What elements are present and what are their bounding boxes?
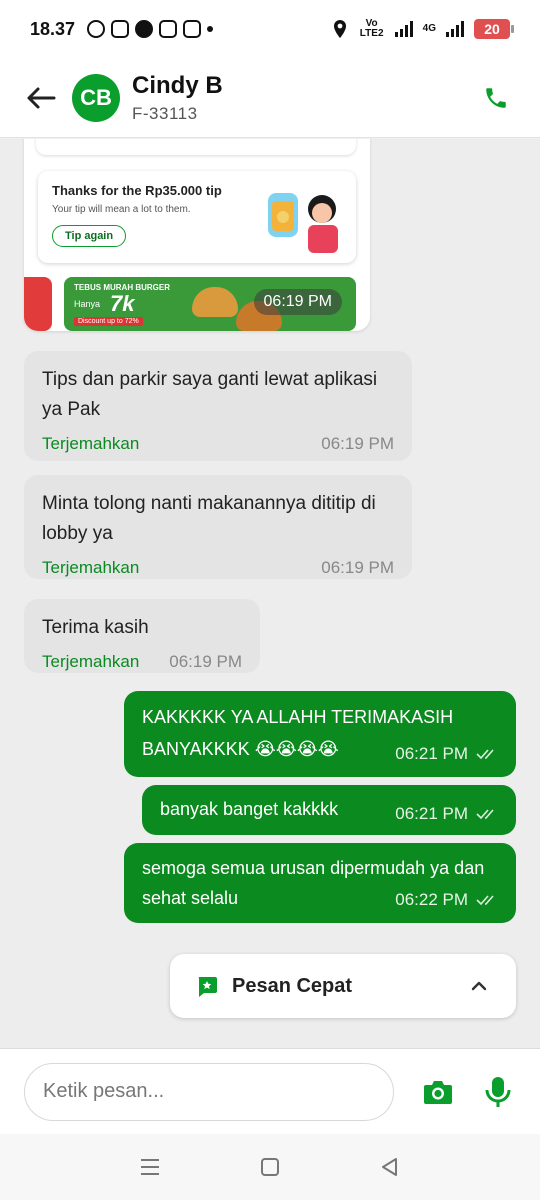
message-footer: 06:21 PM (395, 799, 498, 829)
instagram-icon (111, 20, 130, 38)
quick-reply-label: Pesan Cepat (232, 974, 353, 997)
message-text: Tips dan parkir saya ganti lewat aplikas… (42, 369, 378, 420)
message-text: Minta tolong nanti makanannya dititip di… (42, 493, 376, 544)
contact-info[interactable]: Cindy B F-33113 (132, 72, 223, 124)
quick-message-icon (198, 977, 217, 997)
message-outgoing[interactable]: banyak banget kakkkk 06:21 PM (142, 785, 516, 835)
status-time: 18.37 (30, 18, 76, 39)
message-footer: Terjemahkan 06:19 PM (42, 429, 394, 459)
message-footer: Terjemahkan 06:19 PM (42, 647, 242, 677)
promo-discount: Discount up to 72% (74, 317, 143, 326)
voice-button[interactable] (480, 1074, 516, 1110)
message-incoming[interactable]: Terima kasih Terjemahkan 06:19 PM (24, 599, 260, 673)
signal-icon (394, 21, 413, 37)
promo-banner-prev (24, 277, 52, 331)
system-back-button[interactable] (376, 1153, 404, 1181)
whatsapp-icon (87, 20, 106, 38)
chevron-up-icon (471, 981, 487, 991)
promo-banner-main: TEBUS MURAH BURGER Hanya 7k Discount up … (64, 277, 356, 331)
message-outgoing[interactable]: semoga semua urusan dipermudah ya dan se… (124, 843, 516, 923)
tip-card: Thanks for the Rp35.000 tip Your tip wil… (38, 171, 356, 263)
message-text: Terima kasih (42, 617, 149, 638)
phone-icon (486, 87, 506, 108)
burger-image (192, 287, 238, 317)
volte-label: Vo LTE2 (359, 18, 384, 39)
promo-price: 7k (110, 291, 135, 316)
camera-button[interactable] (420, 1074, 456, 1110)
microphone-icon (485, 1076, 511, 1107)
home-button[interactable] (256, 1153, 284, 1181)
signal-icon (446, 21, 464, 37)
message-time: 06:19 PM (321, 434, 394, 453)
status-bar: 18.37 Vo LTE2 4G 20 (0, 0, 540, 58)
order-id: F-33113 (132, 103, 198, 123)
more-notifications-icon (207, 26, 214, 32)
chat-header: CB Cindy B F-33113 (0, 58, 540, 138)
menu-icon (141, 1159, 159, 1175)
message-time: 06:22 PM (395, 890, 468, 909)
back-button[interactable] (24, 81, 58, 115)
translate-link[interactable]: Terjemahkan (42, 429, 139, 459)
message-incoming[interactable]: Minta tolong nanti makanannya dititip di… (24, 475, 412, 579)
system-nav-bar (0, 1134, 540, 1200)
arrow-left-icon (27, 87, 56, 108)
promo-banner[interactable]: TEBUS MURAH BURGER Hanya 7k Discount up … (24, 277, 370, 331)
tip-again-button[interactable]: Tip again (52, 225, 127, 247)
message-time: 06:21 PM (395, 804, 468, 823)
gojek-icon (135, 20, 154, 38)
instagram-icon (159, 20, 178, 38)
quick-reply-button[interactable]: Pesan Cepat (170, 954, 516, 1018)
contact-name: Cindy B (132, 71, 223, 99)
message-footer: 06:21 PM (395, 739, 498, 769)
message-time: 06:19 PM (321, 558, 394, 577)
camera-icon (424, 1080, 453, 1104)
tip-illustration-icon (268, 193, 338, 253)
order-card: Thanks for the Rp35.000 tip Your tip wil… (24, 139, 370, 331)
notification-icons (87, 20, 214, 38)
instagram-icon (183, 20, 202, 38)
call-button[interactable] (476, 78, 516, 118)
message-input[interactable] (24, 1062, 395, 1121)
message-time: 06:19 PM (169, 652, 242, 671)
message-incoming[interactable]: Tips dan parkir saya ganti lewat aplikas… (24, 351, 412, 461)
translate-link[interactable]: Terjemahkan (42, 553, 139, 583)
double-check-icon (476, 748, 498, 760)
chat-area[interactable]: Thanks for the Rp35.000 tip Your tip wil… (0, 139, 540, 1048)
double-check-icon (476, 808, 498, 820)
network-label: 4G (422, 23, 436, 34)
double-check-icon (476, 894, 498, 906)
avatar[interactable]: CB (72, 73, 120, 122)
message-outgoing[interactable]: KAKKKKK YA ALLAHH TERIMAKASIH BANYAKKKK … (124, 691, 516, 777)
message-time: 06:21 PM (395, 744, 468, 763)
location-icon (333, 20, 346, 38)
battery-icon: 20 (474, 19, 514, 39)
triangle-back-icon (382, 1158, 397, 1176)
card-top-strip (36, 139, 356, 155)
composer-bar (0, 1048, 540, 1134)
square-icon (261, 1158, 279, 1176)
recent-apps-button[interactable] (136, 1153, 164, 1181)
message-footer: Terjemahkan 06:19 PM (42, 553, 394, 583)
message-footer: 06:22 PM (395, 885, 498, 915)
translate-link[interactable]: Terjemahkan (42, 647, 139, 677)
promo-subtitle: Hanya (74, 299, 101, 309)
promo-time: 06:19 PM (253, 289, 342, 315)
